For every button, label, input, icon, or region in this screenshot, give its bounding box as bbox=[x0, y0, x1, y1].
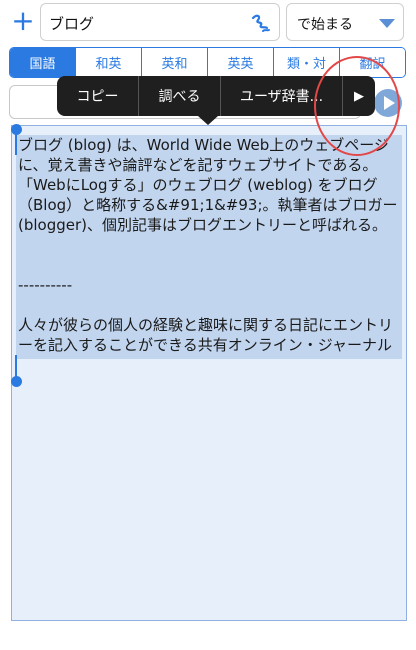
selection-end-handle[interactable] bbox=[11, 376, 22, 387]
selection-end-line bbox=[15, 355, 17, 377]
tab-eiwa[interactable]: 英和 bbox=[142, 48, 208, 77]
search-mode-select[interactable]: で始まる bbox=[286, 3, 404, 41]
add-button[interactable]: + bbox=[10, 6, 36, 36]
divider-text: ---------- bbox=[18, 276, 73, 294]
popup-pointer bbox=[198, 116, 218, 125]
search-input[interactable] bbox=[49, 10, 249, 36]
annotation-circle bbox=[314, 56, 400, 156]
tab-waei[interactable]: 和英 bbox=[76, 48, 142, 77]
search-field[interactable] bbox=[40, 3, 280, 41]
chevron-down-icon bbox=[379, 19, 395, 28]
selection-start-line bbox=[15, 133, 17, 155]
handwriting-icon[interactable] bbox=[249, 12, 271, 34]
search-mode-value: で始まる bbox=[297, 17, 353, 33]
tab-eiei[interactable]: 英英 bbox=[208, 48, 274, 77]
tab-kokugo[interactable]: 国語 bbox=[10, 48, 76, 77]
lookup-menu-item[interactable]: 調べる bbox=[139, 76, 221, 116]
paragraph-2: 人々が彼らの個人の経験と趣味に関する日記にエントリーを記入することができる共有オ… bbox=[18, 316, 394, 354]
copy-menu-item[interactable]: コピー bbox=[57, 76, 139, 116]
text-content[interactable]: ブログ (blog) は、World Wide Web上のウェブページに、覚え書… bbox=[18, 135, 402, 355]
